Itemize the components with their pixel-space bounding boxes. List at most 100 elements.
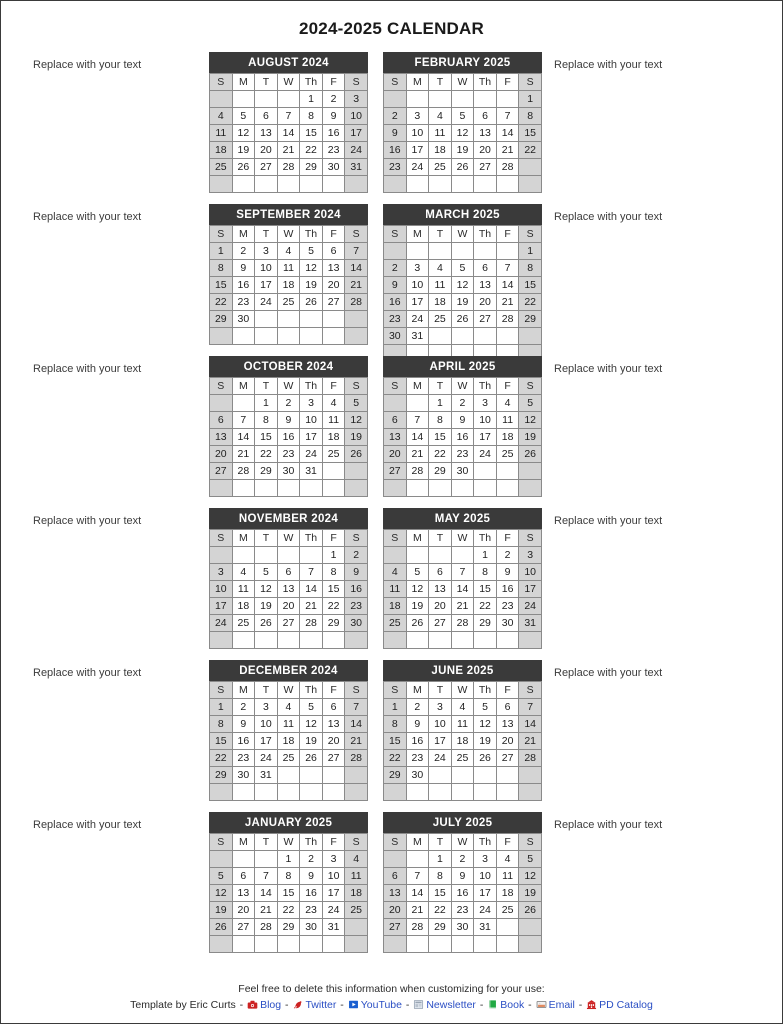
day-cell[interactable]: 27: [209, 461, 233, 480]
day-cell[interactable]: 9: [450, 410, 475, 429]
day-cell[interactable]: 18: [428, 292, 452, 311]
day-cell[interactable]: 25: [276, 748, 301, 767]
day-cell[interactable]: 25: [495, 900, 520, 919]
day-cell[interactable]: 26: [518, 900, 542, 919]
day-cell[interactable]: 29: [518, 309, 542, 328]
day-cell[interactable]: 22: [473, 596, 497, 615]
day-cell[interactable]: 31: [473, 917, 497, 936]
day-cell[interactable]: 12: [405, 579, 430, 598]
day-cell[interactable]: 5: [299, 697, 323, 716]
day-cell[interactable]: 24: [428, 748, 452, 767]
day-cell[interactable]: 4: [495, 849, 520, 868]
day-cell[interactable]: 26: [299, 292, 323, 311]
day-cell[interactable]: 4: [231, 562, 256, 581]
day-cell[interactable]: 28: [276, 157, 301, 176]
day-cell[interactable]: 9: [450, 866, 475, 885]
day-cell[interactable]: 12: [518, 410, 542, 429]
footer-link-newsletter[interactable]: Newsletter: [426, 999, 476, 1011]
day-cell[interactable]: 10: [518, 562, 542, 581]
footer-link-pd-catalog[interactable]: PD Catalog: [599, 999, 653, 1011]
day-cell[interactable]: 23: [231, 748, 256, 767]
day-cell[interactable]: 3: [405, 106, 430, 125]
day-cell[interactable]: 30: [344, 613, 368, 632]
day-cell[interactable]: 15: [428, 883, 452, 902]
day-cell[interactable]: 26: [254, 613, 278, 632]
day-cell[interactable]: 8: [209, 714, 233, 733]
day-cell[interactable]: 14: [405, 883, 430, 902]
day-cell[interactable]: 10: [254, 714, 278, 733]
day-cell[interactable]: 3: [405, 258, 430, 277]
day-cell[interactable]: 17: [405, 140, 430, 159]
day-cell[interactable]: 21: [495, 140, 520, 159]
side-note-left[interactable]: Replace with your text: [1, 812, 209, 832]
day-cell[interactable]: 11: [321, 410, 346, 429]
day-cell[interactable]: 21: [405, 900, 430, 919]
day-cell[interactable]: 19: [405, 596, 430, 615]
day-cell[interactable]: 8: [428, 866, 452, 885]
day-cell[interactable]: 22: [254, 444, 278, 463]
day-cell[interactable]: 22: [276, 900, 301, 919]
day-cell[interactable]: 30: [321, 157, 346, 176]
day-cell[interactable]: 7: [299, 562, 323, 581]
day-cell[interactable]: 31: [254, 765, 278, 784]
day-cell[interactable]: 7: [450, 562, 475, 581]
day-cell[interactable]: 1: [518, 89, 542, 108]
day-cell[interactable]: 17: [254, 731, 278, 750]
day-cell[interactable]: 2: [231, 697, 256, 716]
day-cell[interactable]: 1: [321, 545, 346, 564]
day-cell[interactable]: 28: [495, 309, 520, 328]
day-cell[interactable]: 21: [518, 731, 542, 750]
day-cell[interactable]: 27: [276, 613, 301, 632]
day-cell[interactable]: 4: [428, 258, 452, 277]
day-cell[interactable]: 8: [473, 562, 497, 581]
day-cell[interactable]: 16: [450, 427, 475, 446]
day-cell[interactable]: 30: [276, 461, 301, 480]
day-cell[interactable]: 21: [254, 900, 278, 919]
day-cell[interactable]: 9: [383, 123, 407, 142]
day-cell[interactable]: 20: [209, 444, 233, 463]
day-cell[interactable]: 6: [254, 106, 278, 125]
day-cell[interactable]: 3: [254, 241, 278, 260]
day-cell[interactable]: 2: [405, 697, 430, 716]
day-cell[interactable]: 14: [405, 427, 430, 446]
day-cell[interactable]: 12: [473, 714, 497, 733]
day-cell[interactable]: 29: [321, 613, 346, 632]
day-cell[interactable]: 31: [405, 326, 430, 345]
day-cell[interactable]: 28: [299, 613, 323, 632]
day-cell[interactable]: 15: [321, 579, 346, 598]
day-cell[interactable]: 23: [383, 157, 407, 176]
day-cell[interactable]: 13: [231, 883, 256, 902]
day-cell[interactable]: 28: [405, 461, 430, 480]
day-cell[interactable]: 5: [209, 866, 233, 885]
day-cell[interactable]: 25: [321, 444, 346, 463]
day-cell[interactable]: 7: [276, 106, 301, 125]
day-cell[interactable]: 4: [383, 562, 407, 581]
day-cell[interactable]: 14: [276, 123, 301, 142]
day-cell[interactable]: 19: [209, 900, 233, 919]
day-cell[interactable]: 11: [428, 123, 452, 142]
day-cell[interactable]: 18: [276, 275, 301, 294]
day-cell[interactable]: 4: [344, 849, 368, 868]
day-cell[interactable]: 21: [299, 596, 323, 615]
day-cell[interactable]: 13: [473, 123, 497, 142]
day-cell[interactable]: 25: [383, 613, 407, 632]
day-cell[interactable]: 2: [299, 849, 323, 868]
day-cell[interactable]: 1: [276, 849, 301, 868]
day-cell[interactable]: 11: [276, 258, 301, 277]
day-cell[interactable]: 12: [344, 410, 368, 429]
day-cell[interactable]: 16: [495, 579, 520, 598]
day-cell[interactable]: 16: [344, 579, 368, 598]
day-cell[interactable]: 21: [495, 292, 520, 311]
day-cell[interactable]: 3: [473, 393, 497, 412]
day-cell[interactable]: 24: [473, 900, 497, 919]
day-cell[interactable]: 26: [344, 444, 368, 463]
day-cell[interactable]: 16: [450, 883, 475, 902]
day-cell[interactable]: 23: [450, 900, 475, 919]
day-cell[interactable]: 15: [209, 275, 233, 294]
day-cell[interactable]: 5: [450, 258, 475, 277]
day-cell[interactable]: 18: [383, 596, 407, 615]
day-cell[interactable]: 4: [209, 106, 233, 125]
day-cell[interactable]: 26: [231, 157, 256, 176]
day-cell[interactable]: 13: [209, 427, 233, 446]
day-cell[interactable]: 4: [276, 241, 301, 260]
